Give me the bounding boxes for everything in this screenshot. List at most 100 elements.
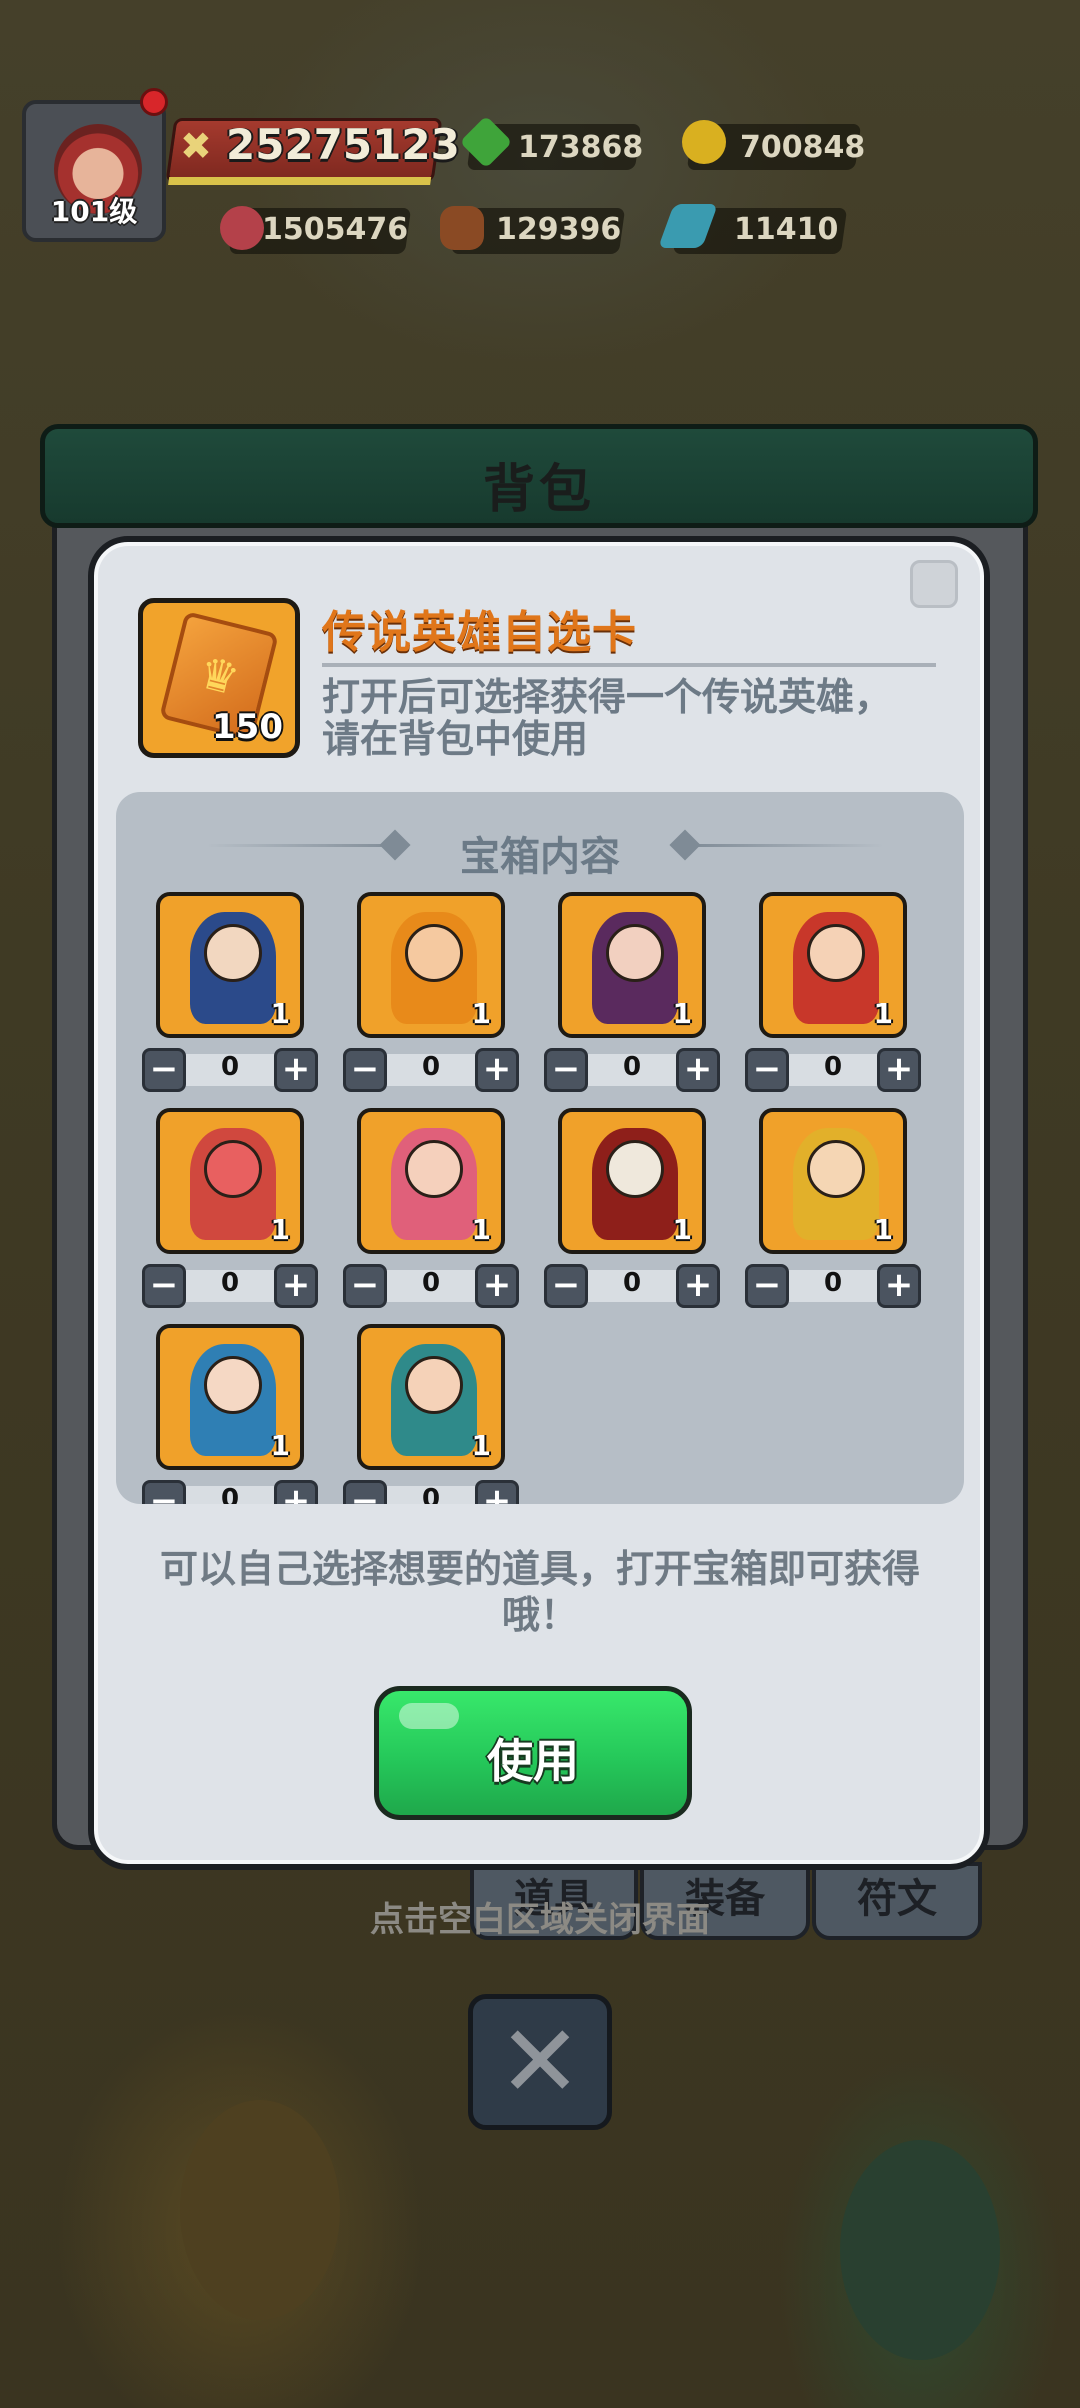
plus-button[interactable]: + [475, 1480, 519, 1504]
close-button[interactable]: ✕ [468, 1994, 612, 2130]
hero-head [204, 1140, 262, 1198]
popup-close-corner[interactable] [910, 560, 958, 608]
plus-button[interactable]: + [877, 1048, 921, 1092]
item-description: 打开后可选择获得一个传说英雄，请在背包中使用 [322, 675, 893, 761]
bag-title: 背包 [482, 460, 595, 520]
title-deco-line-right [684, 844, 884, 847]
quantity-stepper[interactable]: − 0 + [745, 1048, 921, 1092]
coin-icon [682, 120, 726, 164]
minus-button[interactable]: − [343, 1264, 387, 1308]
hero-portrait: 1 [357, 1324, 505, 1470]
gems-value: 173868 [518, 130, 644, 165]
hero-head [405, 924, 463, 982]
hero-portrait: 1 [558, 1108, 706, 1254]
selected-count: 0 [220, 1052, 240, 1082]
hero-portrait: 1 [357, 892, 505, 1038]
plus-button[interactable]: + [274, 1264, 318, 1308]
item-icon-frame: ♛ 150 [138, 598, 300, 758]
plus-button[interactable]: + [475, 1048, 519, 1092]
hero-head [606, 1140, 664, 1198]
hero-portrait: 1 [156, 1108, 304, 1254]
quantity-stepper[interactable]: − 0 + [142, 1264, 318, 1308]
chest-contents-title: 宝箱内容 [460, 834, 620, 880]
crystal-value: 11410 [734, 212, 839, 247]
hero-qty: 1 [270, 997, 290, 1030]
minus-button[interactable]: − [142, 1264, 186, 1308]
item-name: 传说英雄自选卡 [322, 607, 637, 658]
plus-button[interactable]: + [676, 1264, 720, 1308]
hero-head [807, 924, 865, 982]
plus-button[interactable]: + [475, 1264, 519, 1308]
quantity-stepper[interactable]: − 0 + [142, 1048, 318, 1092]
quantity-stepper[interactable]: − 0 + [343, 1264, 519, 1308]
hero-head [204, 1356, 262, 1414]
close-hint: 点击空白区域关闭界面 [370, 1900, 710, 1940]
selected-count: 0 [421, 1052, 441, 1082]
minus-button[interactable]: − [343, 1048, 387, 1092]
plus-button[interactable]: + [877, 1264, 921, 1308]
hero-head [405, 1356, 463, 1414]
hero-qty: 1 [270, 1429, 290, 1462]
quantity-stepper[interactable]: − 0 + [544, 1264, 720, 1308]
hero-qty: 1 [471, 1213, 491, 1246]
selected-count: 0 [622, 1052, 642, 1082]
combat-power: 25275123 [226, 120, 460, 169]
wood-log-icon [440, 206, 484, 250]
background-tree [180, 2100, 340, 2320]
minus-button[interactable]: − [745, 1264, 789, 1308]
item-divider [322, 663, 936, 667]
background-pine [840, 2140, 1000, 2360]
use-button[interactable]: 使用 [374, 1686, 692, 1820]
minus-button[interactable]: − [544, 1264, 588, 1308]
selected-count: 0 [622, 1268, 642, 1298]
swords-icon: ✖ [180, 124, 212, 168]
selected-count: 0 [421, 1484, 441, 1504]
hero-qty: 1 [471, 1429, 491, 1462]
selected-count: 0 [220, 1268, 240, 1298]
bag-header: 背包 [40, 424, 1038, 528]
minus-button[interactable]: − [544, 1048, 588, 1092]
plus-button[interactable]: + [274, 1480, 318, 1504]
gold-value: 700848 [740, 130, 866, 165]
chest-contents-panel[interactable]: 宝箱内容 1 − 0 + 1 − 0 + 1 − 0 + 1 − 0 + 1 −… [116, 792, 964, 1504]
player-level: 101级 [50, 195, 138, 228]
quantity-stepper[interactable]: − 0 + [745, 1264, 921, 1308]
close-icon: ✕ [498, 2003, 582, 2120]
item-count: 150 [212, 707, 283, 747]
hero-qty: 1 [471, 997, 491, 1030]
hero-head [606, 924, 664, 982]
player-avatar[interactable]: 101级 [22, 100, 166, 242]
hero-qty: 1 [270, 1213, 290, 1246]
hero-portrait: 1 [759, 1108, 907, 1254]
minus-button[interactable]: − [745, 1048, 789, 1092]
plus-button[interactable]: + [274, 1048, 318, 1092]
hero-qty: 1 [672, 997, 692, 1030]
hero-portrait: 1 [156, 1324, 304, 1470]
quantity-stepper[interactable]: − 0 + [343, 1480, 519, 1504]
hero-portrait: 1 [558, 892, 706, 1038]
minus-button[interactable]: − [343, 1480, 387, 1504]
quantity-stepper[interactable]: − 0 + [544, 1048, 720, 1092]
hero-portrait: 1 [759, 892, 907, 1038]
hero-portrait: 1 [357, 1108, 505, 1254]
hero-head [405, 1140, 463, 1198]
quantity-stepper[interactable]: − 0 + [343, 1048, 519, 1092]
use-button-label: 使用 [487, 1734, 579, 1788]
notification-dot [140, 88, 168, 116]
hero-portrait: 1 [156, 892, 304, 1038]
plus-button[interactable]: + [676, 1048, 720, 1092]
meat-icon [220, 206, 264, 250]
selected-count: 0 [823, 1268, 843, 1298]
selected-count: 0 [823, 1052, 843, 1082]
selection-tip: 可以自己选择想要的道具，打开宝箱即可获得哦！ [159, 1547, 920, 1637]
hero-head [204, 924, 262, 982]
selected-count: 0 [220, 1484, 240, 1504]
hero-qty: 1 [672, 1213, 692, 1246]
wood-value: 129396 [496, 212, 622, 247]
hero-qty: 1 [873, 1213, 893, 1246]
minus-button[interactable]: − [142, 1048, 186, 1092]
quantity-stepper[interactable]: − 0 + [142, 1480, 318, 1504]
hero-qty: 1 [873, 997, 893, 1030]
meat-value: 1505476 [262, 212, 409, 247]
minus-button[interactable]: − [142, 1480, 186, 1504]
